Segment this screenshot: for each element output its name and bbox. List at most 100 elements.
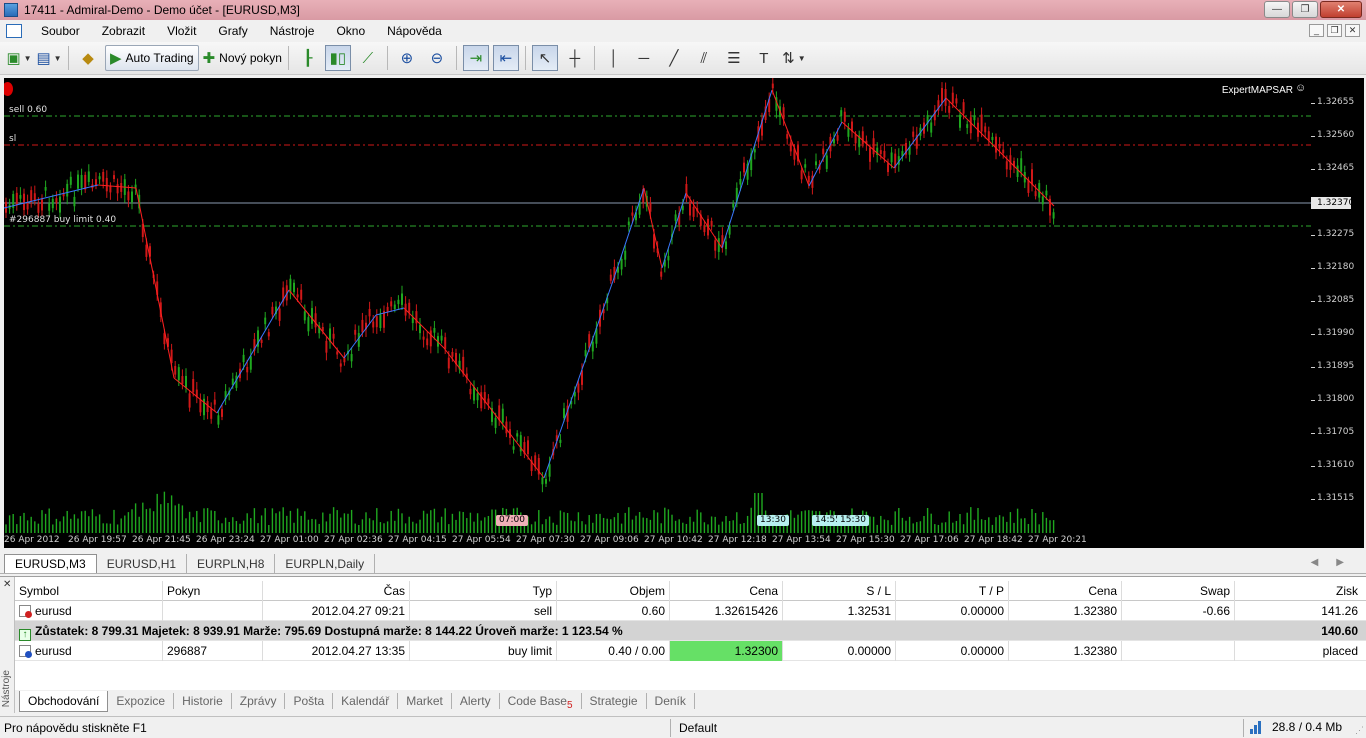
crosshair-button[interactable]: ┼: [562, 45, 588, 71]
auto-trading-button[interactable]: ▶ Auto Trading: [105, 45, 199, 71]
tab-obchodovani[interactable]: Obchodování: [19, 690, 109, 712]
arrows-button[interactable]: ⇅ ▼: [781, 45, 807, 71]
tab-code-base[interactable]: Code Base5: [500, 693, 582, 711]
horizontal-line-button[interactable]: ─: [631, 45, 657, 71]
bar-chart-button[interactable]: ┠: [295, 45, 321, 71]
tab-market[interactable]: Market: [398, 693, 452, 709]
trade-table: Symbol Pokyn Čas Typ Objem Cena S / L T …: [15, 581, 1366, 661]
column-header-current-price[interactable]: Cena: [1009, 581, 1122, 601]
column-header-volume[interactable]: Objem: [557, 581, 670, 601]
candle-body: [847, 127, 850, 137]
candle-body: [401, 293, 403, 305]
tab-historie[interactable]: Historie: [174, 693, 232, 709]
chart-shift-button[interactable]: ⇤: [492, 45, 519, 71]
chart-tab-eurpln-h8[interactable]: EURPLN,H8: [187, 554, 276, 573]
resize-grip-icon[interactable]: ⋰: [1355, 725, 1364, 736]
menu-vlozit[interactable]: Vložit: [156, 24, 207, 38]
chart-tab-eurpln-daily[interactable]: EURPLN,Daily: [275, 554, 376, 573]
tab-denik[interactable]: Deník: [647, 693, 695, 709]
time-axis[interactable]: 26 Apr 2012 26 Apr 19:57 26 Apr 21:45 26 Ap…: [4, 533, 1364, 548]
tab-zpravy[interactable]: Zprávy: [232, 693, 286, 709]
candle-body: [980, 114, 983, 132]
line-chart-button[interactable]: ⟋: [355, 45, 381, 71]
expert-advisor-icon[interactable]: ☺: [1295, 82, 1307, 96]
row-current-price: 1.32380: [1009, 641, 1122, 661]
scroll-left-icon[interactable]: ◀: [1311, 557, 1319, 568]
candle-body: [372, 321, 375, 328]
zigzag-segment: [661, 192, 687, 269]
fibonacci-button[interactable]: ☰: [721, 45, 747, 71]
candle-body: [815, 161, 817, 166]
candle-body: [987, 131, 990, 141]
menu-grafy[interactable]: Grafy: [207, 24, 258, 38]
status-separator: [670, 719, 671, 737]
menu-nastroje[interactable]: Nástroje: [259, 24, 326, 38]
chart-tab-eurusd-m3[interactable]: EURUSD,M3: [4, 554, 97, 573]
candle-body: [15, 192, 18, 206]
buy-limit-order-icon: [19, 645, 32, 658]
chart-tab-eurusd-h1[interactable]: EURUSD,H1: [97, 554, 188, 573]
mdi-close-button[interactable]: ✕: [1345, 24, 1360, 37]
zoom-out-button[interactable]: ⊖: [424, 45, 450, 71]
maximize-button[interactable]: ❐: [1292, 1, 1318, 18]
column-header-symbol[interactable]: Symbol: [15, 581, 163, 601]
column-header-profit[interactable]: Zisk: [1235, 581, 1362, 601]
status-profile[interactable]: Default: [679, 721, 717, 735]
terminal-close-icon[interactable]: ✕: [3, 579, 11, 590]
menu-okno[interactable]: Okno: [325, 24, 376, 38]
new-chart-button[interactable]: ▣ ▼: [6, 45, 32, 71]
vertical-line-button[interactable]: │: [601, 45, 627, 71]
column-header-sl[interactable]: S / L: [783, 581, 896, 601]
price-axis[interactable]: 1.32655 1.32560 1.32465 1.32275 1.32180 1.320…: [1310, 78, 1364, 533]
chart-canvas[interactable]: sell 0.60 sl #296887 buy limit 0.40 Expe…: [4, 78, 1311, 533]
close-button[interactable]: ✕: [1320, 1, 1362, 18]
tab-alerty[interactable]: Alerty: [452, 693, 500, 709]
scroll-right-icon[interactable]: ▶: [1336, 557, 1344, 568]
menu-soubor[interactable]: Soubor: [30, 24, 91, 38]
time-tick: 27 Apr 09:06: [580, 535, 639, 545]
candle-body: [800, 170, 803, 180]
column-header-ticket[interactable]: Pokyn: [163, 581, 263, 601]
new-order-button[interactable]: ✚ Nový pokyn: [203, 45, 282, 71]
minimize-button[interactable]: —: [1264, 1, 1290, 18]
status-connection[interactable]: 28.8 / 0.4 Mb: [1250, 720, 1342, 734]
market-watch-button[interactable]: ◆: [75, 45, 101, 71]
trendline-button[interactable]: ╱: [661, 45, 687, 71]
column-header-price[interactable]: Cena: [670, 581, 783, 601]
event-tag[interactable]: 07:00: [496, 515, 528, 526]
tab-posta[interactable]: Pošta: [285, 693, 334, 709]
row-swap: [1122, 641, 1235, 661]
candle-body: [753, 149, 756, 153]
tab-strategie[interactable]: Strategie: [582, 693, 647, 709]
column-header-time[interactable]: Čas: [263, 581, 410, 601]
cursor-icon: ↖: [538, 49, 552, 67]
profiles-button[interactable]: ▤ ▼: [36, 45, 62, 71]
mdi-minimize-button[interactable]: _: [1309, 24, 1324, 37]
menu-zobrazit[interactable]: Zobrazit: [91, 24, 156, 38]
menu-napoveda[interactable]: Nápověda: [376, 24, 453, 38]
zoom-in-icon: ⊕: [400, 49, 414, 67]
chart-window-icon[interactable]: [6, 24, 22, 38]
equidistant-channel-button[interactable]: ⫽: [691, 45, 717, 71]
candle-body: [217, 415, 220, 425]
column-header-tp[interactable]: T / P: [896, 581, 1009, 601]
column-header-swap[interactable]: Swap: [1122, 581, 1235, 601]
zoom-in-button[interactable]: ⊕: [394, 45, 420, 71]
tab-expozice[interactable]: Expozice: [108, 693, 175, 709]
row-volume: 0.60: [557, 601, 670, 621]
autoscroll-button[interactable]: ⇥: [462, 45, 489, 71]
column-header-type[interactable]: Typ: [410, 581, 557, 601]
table-row[interactable]: eurusd 2012.04.27 09:21 sell 0.60 1.3261…: [15, 601, 1366, 621]
horizontal-line-icon: ─: [638, 49, 650, 67]
table-row[interactable]: eurusd 296887 2012.04.27 13:35 buy limit…: [15, 641, 1366, 661]
event-tag[interactable]: 13:30: [757, 515, 789, 526]
candle-body: [1020, 158, 1023, 172]
candle-body: [473, 386, 475, 401]
candlestick-button[interactable]: ▮▯: [324, 45, 351, 71]
tab-kalendar[interactable]: Kalendář: [333, 693, 399, 709]
candle-body: [548, 464, 551, 477]
text-label-button[interactable]: T: [751, 45, 777, 71]
mdi-restore-button[interactable]: ❐: [1327, 24, 1342, 37]
event-tag[interactable]: 15:30: [837, 515, 869, 526]
cursor-button[interactable]: ↖: [531, 45, 558, 71]
